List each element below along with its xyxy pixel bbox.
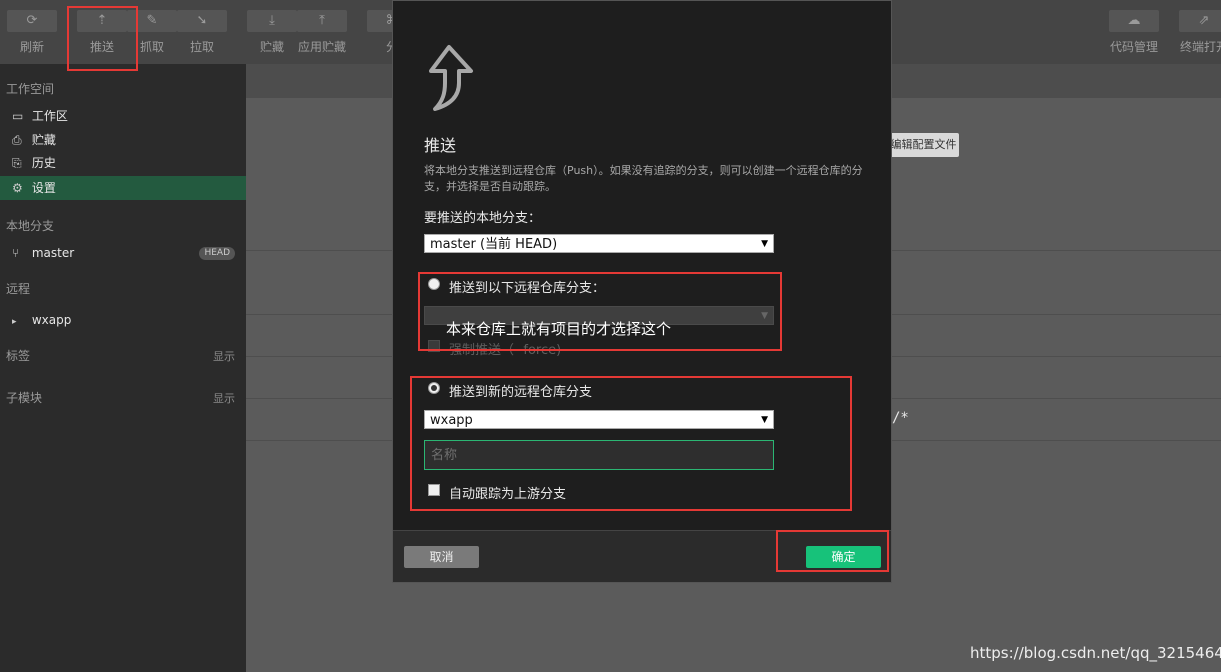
annotation-box-confirm xyxy=(776,530,889,572)
pull-label: 拉取 xyxy=(189,40,214,54)
tags-show-link[interactable]: 显示 xyxy=(213,348,235,364)
workspace-title: 工作空间 xyxy=(6,82,55,96)
sidebar-item-label: 设置 xyxy=(31,181,56,195)
refresh-button[interactable]: ⟳ 刷新 xyxy=(6,10,58,55)
head-badge: HEAD xyxy=(199,247,235,260)
folder-icon: ▭ xyxy=(12,109,24,123)
stash-label: 贮藏 xyxy=(259,40,284,54)
submodule-title: 子模块 xyxy=(6,391,43,405)
remote-title: 远程 xyxy=(6,282,31,296)
local-branch-select[interactable]: master (当前 HEAD) ▼ xyxy=(424,234,774,253)
local-branch-select-value: master (当前 HEAD) xyxy=(430,237,558,252)
terminal-open-icon: ⇗ xyxy=(1179,10,1221,32)
sidebar-item-workspace[interactable]: ▭ 工作区 xyxy=(0,104,246,128)
push-arrow-icon xyxy=(429,45,473,111)
dialog-title: 推送 xyxy=(424,136,457,155)
refresh-label: 刷新 xyxy=(19,40,44,54)
sidebar-item-label: 工作区 xyxy=(31,109,68,123)
code-manage-button[interactable]: ☁ 代码管理 xyxy=(1108,10,1160,55)
tags-title: 标签 xyxy=(6,349,31,363)
stash-icon: ⤓ xyxy=(247,10,297,32)
annotation-box-push xyxy=(67,6,138,71)
chevron-down-icon: ▼ xyxy=(761,239,768,249)
dialog-description: 将本地分支推送到远程仓库（Push）。如果没有追踪的分支，则可以创建一个远程仓库… xyxy=(424,164,863,193)
sidebar-item-stash[interactable]: ⎙ 贮藏 xyxy=(0,128,246,152)
annotation-box-existing xyxy=(418,272,782,351)
sidebar-item-settings[interactable]: ⚙ 设置 xyxy=(0,176,246,200)
sidebar: 工作空间 ▭ 工作区 ⎙ 贮藏 ⎘ 历史 ⚙ 设置 本地分支 ⑂ master … xyxy=(0,64,246,672)
stash-button[interactable]: ⤓ 贮藏 xyxy=(246,10,298,55)
sidebar-item-label: 历史 xyxy=(31,156,56,170)
pull-icon: ➘ xyxy=(177,10,227,32)
history-icon: ⎘ xyxy=(12,156,22,170)
gitignore-rule-text: /* xyxy=(892,410,909,426)
local-branch-title: 本地分支 xyxy=(6,219,55,233)
terminal-open-label: 终端打开 xyxy=(1179,40,1221,54)
refresh-icon: ⟳ xyxy=(7,10,57,32)
apply-stash-icon: ⤒ xyxy=(297,10,347,32)
sidebar-item-wxapp[interactable]: ▸ wxapp xyxy=(0,308,246,332)
terminal-open-button[interactable]: ⇗ 终端打开 xyxy=(1178,10,1221,55)
chevron-right-icon: ▸ xyxy=(12,317,17,327)
branch-icon: ⑂ xyxy=(12,246,20,260)
code-manage-label: 代码管理 xyxy=(1109,40,1158,54)
watermark: https://blog.csdn.net/qq_32154641 xyxy=(970,644,1221,662)
sidebar-item-label: 贮藏 xyxy=(31,133,56,147)
settings-icon: ⚙ xyxy=(12,181,23,195)
remote-name: wxapp xyxy=(31,313,72,327)
branch-name: master xyxy=(31,246,75,260)
sidebar-item-history[interactable]: ⎘ 历史 xyxy=(0,151,246,175)
sidebar-item-master[interactable]: ⑂ master HEAD xyxy=(0,241,246,265)
apply-stash-label: 应用贮藏 xyxy=(297,40,346,54)
pull-button[interactable]: ➘ 拉取 xyxy=(176,10,228,55)
submodule-show-link[interactable]: 显示 xyxy=(213,390,235,406)
edit-config-button[interactable]: 编辑配置文件 xyxy=(888,133,959,157)
apply-stash-button[interactable]: ⤒ 应用贮藏 xyxy=(296,10,348,55)
code-manage-icon: ☁ xyxy=(1109,10,1159,32)
cancel-button[interactable]: 取消 xyxy=(404,546,479,568)
local-branch-label: 要推送的本地分支： xyxy=(424,211,542,226)
stash-icon: ⎙ xyxy=(12,133,22,147)
annotation-box-new xyxy=(410,376,852,511)
